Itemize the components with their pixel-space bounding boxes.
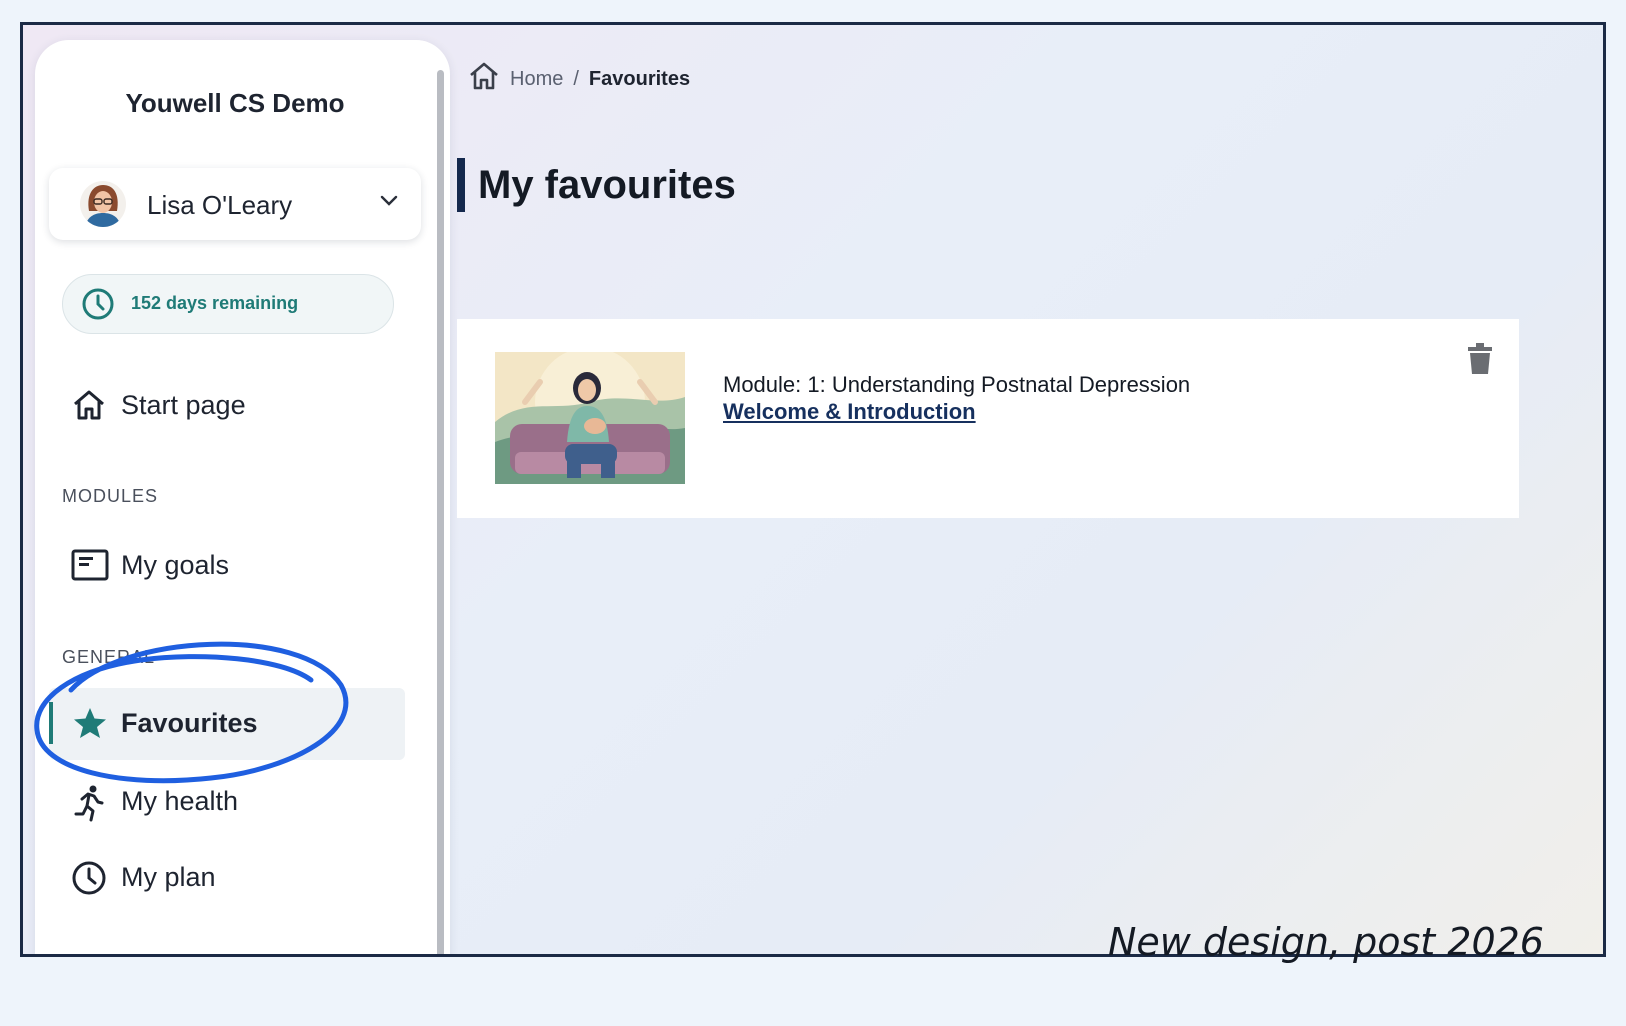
running-icon: [71, 784, 107, 827]
breadcrumb-current: Favourites: [588, 67, 691, 90]
sidebar-scrollbar[interactable]: [437, 70, 444, 954]
clock-icon: [71, 860, 107, 901]
sidebar-item-favourites[interactable]: Favourites: [49, 688, 405, 760]
app-title: Youwell CS Demo: [125, 88, 345, 118]
home-icon[interactable]: [468, 61, 500, 97]
sidebar-item-start-page[interactable]: Start page: [35, 370, 405, 442]
sidebar-item-label: Start page: [121, 390, 246, 420]
favourite-module-title: Module: 1: Understanding Postnatal Depre…: [723, 372, 1191, 397]
home-icon: [71, 388, 107, 427]
sidebar-item-label: My plan: [121, 862, 216, 892]
page-title: My favourites: [457, 158, 736, 212]
user-name: Lisa O'Leary: [147, 190, 293, 220]
favourite-lesson-link[interactable]: Welcome & Introduction: [723, 399, 976, 425]
star-icon: [72, 706, 108, 745]
days-remaining-badge: 152 days remaining: [62, 274, 394, 334]
user-avatar: [80, 181, 126, 227]
section-label-modules: MODULES: [62, 486, 159, 506]
sidebar-item-my-plan[interactable]: My plan: [35, 842, 405, 914]
module-thumbnail[interactable]: [495, 347, 685, 484]
breadcrumb-home-link[interactable]: Home: [510, 68, 563, 91]
sidebar: Youwell CS Demo Lisa O'Leary 152 days re…: [34, 40, 450, 954]
sidebar-item-label: My goals: [121, 550, 230, 580]
breadcrumb-separator: /: [573, 67, 579, 90]
clock-icon: [81, 287, 115, 326]
caption: New design, post 2026: [1107, 920, 1544, 964]
active-indicator: [49, 702, 53, 744]
section-label-general: GENERAL: [62, 647, 156, 667]
sidebar-item-label: My health: [121, 786, 239, 816]
sidebar-item-my-health[interactable]: My health: [35, 766, 405, 838]
days-remaining-text: 152 days remaining: [131, 293, 299, 313]
sidebar-item-my-goals[interactable]: My goals: [35, 530, 405, 602]
sidebar-item-label: Favourites: [121, 708, 258, 738]
trash-icon[interactable]: [1467, 343, 1493, 380]
app-window: Youwell CS Demo Lisa O'Leary 152 days re…: [20, 22, 1606, 957]
chevron-down-icon[interactable]: [379, 194, 399, 213]
user-menu-button[interactable]: Lisa O'Leary: [49, 168, 421, 240]
favourite-card: Module: 1: Understanding Postnatal Depre…: [457, 319, 1519, 518]
breadcrumb: Home / Favourites: [468, 61, 690, 97]
goals-icon: [71, 548, 109, 587]
